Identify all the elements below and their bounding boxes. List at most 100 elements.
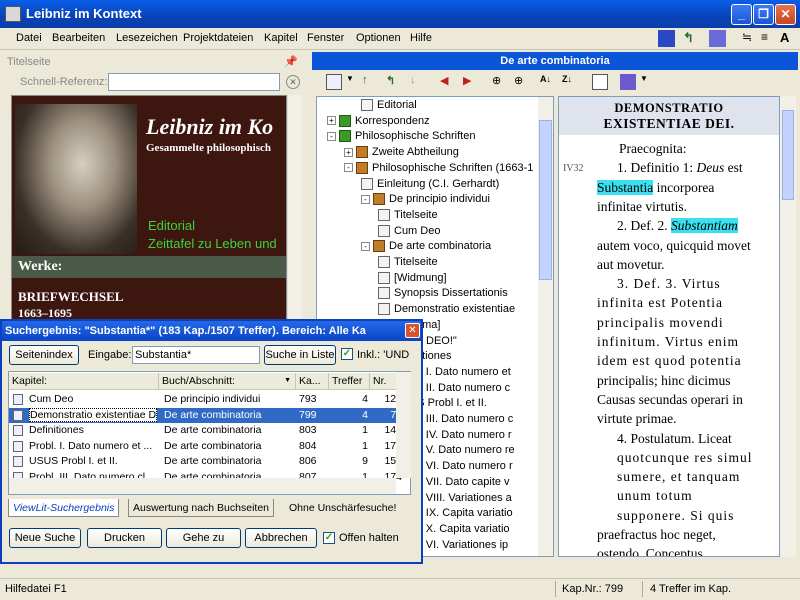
menu-optionen[interactable]: Optionen [356, 32, 401, 44]
tree-up-icon[interactable]: ↑ [362, 74, 378, 90]
tree-down-icon[interactable]: ↓ [410, 74, 426, 90]
tree-node-label: Synopsis Dissertationis [394, 287, 508, 300]
col-buch[interactable]: Buch/Abschnitt: ▼ [159, 373, 296, 390]
abbrechen-button[interactable]: Abbrechen [245, 528, 317, 548]
tree-node[interactable]: - Philosophische Schriften [327, 130, 475, 143]
menu-hilfe[interactable]: Hilfe [410, 32, 432, 44]
app-icon[interactable] [5, 6, 21, 22]
table-row[interactable]: Cum Deo De principio individui 793 4 128 [9, 392, 402, 407]
page-reference: IV32 [563, 163, 584, 174]
tree-node-label: Titelseite [394, 208, 438, 221]
tree-scroll-thumb[interactable] [539, 120, 552, 280]
minimize-button[interactable]: _ [731, 4, 752, 25]
tree-back-icon[interactable]: ↰ [386, 74, 402, 90]
tree-node[interactable]: - Philosophische Schriften (1663-1 [344, 162, 533, 174]
gehe-zu-button[interactable]: Gehe zu [166, 528, 241, 548]
werke-heading: Werke: [12, 256, 286, 278]
menu-kapitel[interactable]: Kapitel [264, 32, 298, 44]
back-up-icon[interactable]: ↰ [683, 30, 700, 47]
tree-node[interactable]: - De principio individui [361, 193, 490, 206]
collapse-icon[interactable]: - [344, 163, 353, 173]
tree-node[interactable]: Einleitung (C.I. Gerhardt) [361, 178, 499, 190]
search-highlight: Substantiam [671, 218, 738, 234]
tree-node[interactable]: Editorial [361, 99, 417, 112]
table-row[interactable]: Probl. I. Dato numero et ... De arte comb… [9, 439, 402, 454]
table-row[interactable]: Demonstratio existentiae Dei De arte comb… [9, 407, 402, 423]
window-icon[interactable] [592, 74, 608, 90]
text-header-line2: EXISTENTIAE DEI. [603, 116, 735, 131]
book-title: Leibniz im Ko [146, 114, 274, 139]
result-tabs: ViewLit-Suchergebnis Auswertung nach Buc… [8, 499, 418, 519]
align-icon[interactable]: ≡ [761, 30, 778, 47]
sort-za-icon[interactable]: Z↓ [562, 74, 578, 90]
col-treffer[interactable]: Treffer [329, 373, 370, 390]
tree-node[interactable]: Titelseite [378, 256, 438, 269]
view-toggle-icon[interactable] [326, 74, 342, 90]
menu-fenster[interactable]: Fenster [307, 32, 344, 44]
search-input[interactable]: Substantia* [132, 346, 260, 364]
binoculars-next-icon[interactable]: ⊕ [514, 74, 530, 90]
expand-icon[interactable]: + [327, 116, 336, 126]
table-row[interactable]: Definitiones De arte combinatoria 803 1 149 [9, 423, 402, 438]
inkl-checkbox[interactable]: ✓ [341, 348, 353, 360]
text-line: 2. Def. 2. Substantiam [617, 218, 738, 234]
collapse-icon[interactable]: - [327, 131, 336, 141]
left-panel-title: Titelseite [7, 56, 51, 68]
menu-projektdateien[interactable]: Projektdateien [183, 32, 253, 44]
clear-icon[interactable]: ✕ [286, 75, 300, 89]
tab-viewlit[interactable]: ViewLit-Suchergebnis [8, 499, 120, 517]
cell-kapitel: USUS Probl I. et II. [29, 455, 118, 467]
briefwechsel-heading[interactable]: BRIEFWECHSEL [18, 289, 123, 305]
tree-node[interactable]: Titelseite [378, 209, 438, 221]
font-size-icon[interactable]: ≒ [742, 30, 759, 47]
collapse-icon[interactable]: - [361, 194, 370, 204]
link-editorial[interactable]: Editorial [148, 218, 195, 233]
document-icon[interactable] [709, 30, 726, 47]
close-button[interactable]: ✕ [775, 4, 796, 25]
restore-button[interactable]: ❐ [753, 4, 774, 25]
tree-node[interactable]: [Widmung] [378, 272, 447, 284]
tree-node[interactable]: Synopsis Dissertationis [378, 287, 508, 300]
left-panel-scrollbar[interactable] [287, 95, 302, 323]
close-icon[interactable]: ✕ [405, 323, 420, 338]
tree-node-label: Korrespondenz [355, 114, 430, 127]
tree-node[interactable]: Demonstratio existentiae [378, 303, 515, 316]
table-row[interactable]: USUS Probl I. et II. De arte combinatoria… [9, 454, 402, 469]
toc-icon[interactable] [658, 30, 675, 47]
options-dropdown-icon[interactable]: ▼ [640, 74, 656, 90]
drucken-button[interactable]: Drucken [87, 528, 162, 548]
results-hscrollbar[interactable] [9, 478, 396, 494]
options-icon[interactable] [620, 74, 636, 90]
folder-icon [339, 114, 351, 127]
text-scroll-thumb[interactable] [782, 110, 794, 200]
prev-arrow-icon[interactable]: ◀ [440, 74, 456, 90]
status-kap-nr: Kap.Nr.: 799 [562, 583, 624, 595]
next-arrow-icon[interactable]: ▶ [463, 74, 479, 90]
sort-az-icon[interactable]: A↓ [540, 74, 556, 90]
schnell-referenz-input[interactable] [108, 73, 280, 91]
neue-suche-button[interactable]: Neue Suche [9, 528, 81, 548]
col-kapitel[interactable]: Kapitel: [9, 373, 159, 390]
dropdown-arrow-icon[interactable]: ▼ [346, 74, 362, 90]
seitenindex-button[interactable]: Seitenindex [9, 345, 79, 365]
collapse-icon[interactable]: - [361, 241, 370, 251]
link-zeittafel[interactable]: Zeittafel zu Leben und [148, 236, 277, 251]
col-ka[interactable]: Ka... [296, 373, 329, 390]
menu-bearbeiten[interactable]: Bearbeiten [52, 32, 105, 44]
font-icon[interactable]: A [780, 30, 797, 47]
pin-icon[interactable]: 📌 [284, 55, 298, 68]
results-vscrollbar[interactable] [396, 372, 411, 478]
binoculars-icon[interactable]: ⊕ [492, 74, 508, 90]
suche-in-liste-button[interactable]: Suche in Liste [264, 345, 336, 365]
ohne-unschaerfe-label[interactable]: Ohne Unschärfesuche! [285, 499, 400, 517]
offen-halten-checkbox[interactable]: ✓ [323, 532, 335, 544]
tree-node[interactable]: + Korrespondenz [327, 115, 430, 127]
expand-icon[interactable]: + [344, 147, 353, 157]
tree-node[interactable]: - De arte combinatoria [361, 240, 491, 253]
tree-node[interactable]: Cum Deo [378, 225, 440, 237]
tab-auswertung[interactable]: Auswertung nach Buchseiten [128, 499, 275, 517]
menu-lesezeichen[interactable]: Lesezeichen [116, 32, 178, 44]
tree-node-label: [Widmung] [394, 271, 447, 284]
menu-datei[interactable]: Datei [16, 32, 42, 44]
tree-node[interactable]: + Zweite Abtheilung [344, 146, 459, 159]
